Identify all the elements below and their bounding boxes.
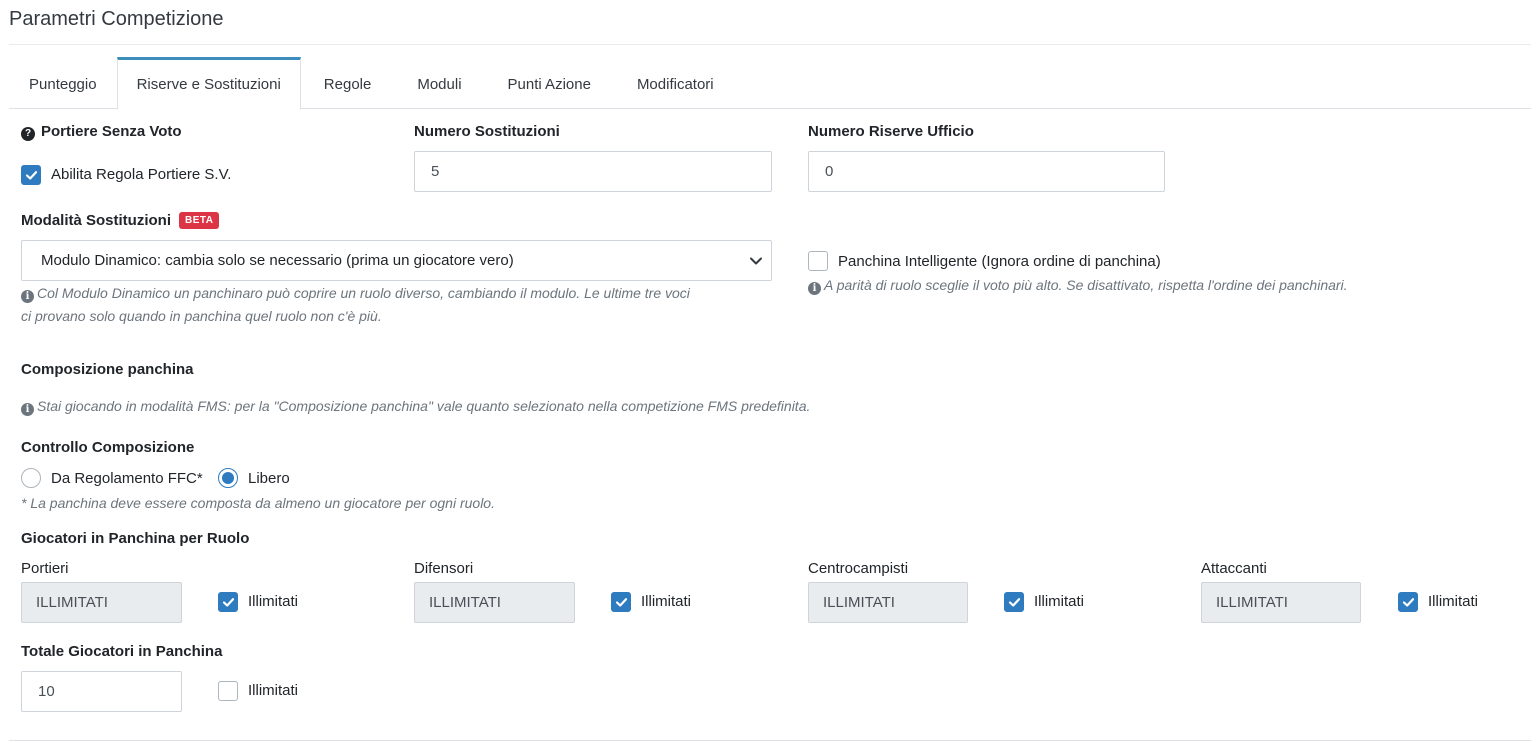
numero-riserve-ufficio-label: Numero Riserve Ufficio xyxy=(808,123,974,140)
totale-illimitati-checkbox[interactable] xyxy=(218,681,238,701)
ruolo-difensori-value: ILLIMITATI xyxy=(429,594,501,611)
ruolo-portieri-input: ILLIMITATI xyxy=(21,582,182,623)
ruolo-attaccanti-label: Attaccanti xyxy=(1201,560,1267,577)
check-icon xyxy=(615,598,628,607)
ruolo-attaccanti-illimitati-checkbox[interactable] xyxy=(1398,592,1418,612)
modalita-sostituzioni-heading: Modalità Sostituzioni BETA xyxy=(21,212,220,229)
controllo-composizione-label: Controllo Composizione xyxy=(21,439,195,456)
radio-libero[interactable] xyxy=(218,468,238,488)
ruolo-centrocampisti-label: Centrocampisti xyxy=(808,560,909,577)
modalita-sostituzioni-label: Modalità Sostituzioni xyxy=(21,212,171,229)
giocatori-per-ruolo-label: Giocatori in Panchina per Ruolo xyxy=(21,530,250,547)
modalita-help-line1: i Col Modulo Dinamico un panchinaro può c… xyxy=(21,282,781,305)
ruolo-attaccanti-value: ILLIMITATI xyxy=(1216,594,1288,611)
numero-riserve-ufficio-input[interactable]: 0 xyxy=(808,151,1165,192)
beta-badge: BETA xyxy=(179,212,220,229)
controllo-note: * La panchina deve essere composta da al… xyxy=(21,495,495,511)
portiere-sv-checkbox[interactable] xyxy=(21,165,41,185)
chevron-down-icon xyxy=(750,257,762,265)
ruolo-difensori-illimitati-label: Illimitati xyxy=(641,593,692,610)
composizione-help-text: Stai giocando in modalità FMS: per la "C… xyxy=(37,398,811,414)
portiere-sv-checkbox-label: Abilita Regola Portiere S.V. xyxy=(51,166,232,183)
panchina-intelligente-help: iA parità di ruolo sceglie il voto più a… xyxy=(808,274,1348,297)
check-icon xyxy=(1008,598,1021,607)
totale-illimitati-label: Illimitati xyxy=(248,682,299,699)
check-icon xyxy=(1402,598,1415,607)
tab-punti-azione[interactable]: Punti Azione xyxy=(485,57,614,109)
radio-libero-label: Libero xyxy=(248,470,290,487)
numero-sostituzioni-label: Numero Sostituzioni xyxy=(414,123,560,140)
portiere-senza-voto-label: Portiere Senza Voto xyxy=(41,123,182,140)
ruolo-portieri-illimitati-label: Illimitati xyxy=(248,593,299,610)
page-title: Parametri Competizione xyxy=(9,8,224,30)
modalita-help-line2: ci provano solo quando in panchina quel … xyxy=(21,308,382,324)
tab-riserve-sostituzioni[interactable]: Riserve e Sostituzioni xyxy=(116,57,301,110)
ruolo-difensori-label: Difensori xyxy=(414,560,474,577)
modalita-sostituzioni-select[interactable]: Modulo Dinamico: cambia solo se necessar… xyxy=(21,240,772,281)
composizione-panchina-label: Composizione panchina xyxy=(21,361,194,378)
numero-riserve-ufficio-value: 0 xyxy=(825,163,834,180)
question-circle-icon[interactable]: ? xyxy=(21,127,35,141)
info-circle-icon: i xyxy=(21,290,34,303)
totale-panchina-label: Totale Giocatori in Panchina xyxy=(21,643,223,660)
totale-panchina-value: 10 xyxy=(38,683,55,700)
ruolo-attaccanti-input: ILLIMITATI xyxy=(1201,582,1361,623)
numero-sostituzioni-value: 5 xyxy=(431,163,440,180)
check-icon xyxy=(25,171,38,180)
panchina-intelligente-help-text: A parità di ruolo sceglie il voto più al… xyxy=(824,277,1348,293)
tab-modificatori[interactable]: Modificatori xyxy=(614,57,737,109)
ruolo-portieri-value: ILLIMITATI xyxy=(36,594,108,611)
ruolo-attaccanti-illimitati-label: Illimitati xyxy=(1428,593,1479,610)
ruolo-centrocampisti-illimitati-label: Illimitati xyxy=(1034,593,1085,610)
composizione-help: i Stai giocando in modalità FMS: per la "… xyxy=(21,395,810,418)
radio-da-regolamento-label: Da Regolamento FFC* xyxy=(51,470,203,487)
panchina-intelligente-label: Panchina Intelligente (Ignora ordine di … xyxy=(838,253,1161,270)
totale-panchina-input[interactable]: 10 xyxy=(21,671,182,712)
ruolo-centrocampisti-value: ILLIMITATI xyxy=(823,594,895,611)
radio-da-regolamento[interactable] xyxy=(21,468,41,488)
ruolo-difensori-input: ILLIMITATI xyxy=(414,582,575,623)
title-divider xyxy=(9,44,1531,45)
ruolo-centrocampisti-illimitati-checkbox[interactable] xyxy=(1004,592,1024,612)
ruolo-difensori-illimitati-checkbox[interactable] xyxy=(611,592,631,612)
tab-bar: Punteggio Riserve e Sostituzioni Regole … xyxy=(9,57,1531,110)
ruolo-portieri-label: Portieri xyxy=(21,560,69,577)
bottom-divider xyxy=(9,740,1531,741)
panchina-intelligente-checkbox[interactable] xyxy=(808,251,828,271)
modalita-selected-value: Modulo Dinamico: cambia solo se necessar… xyxy=(41,252,514,269)
tab-punteggio[interactable]: Punteggio xyxy=(9,57,117,109)
check-icon xyxy=(222,598,235,607)
numero-sostituzioni-input[interactable]: 5 xyxy=(414,151,772,192)
info-circle-icon: i xyxy=(808,282,821,295)
ruolo-centrocampisti-input: ILLIMITATI xyxy=(808,582,968,623)
modalita-help: i Col Modulo Dinamico un panchinaro può c… xyxy=(21,282,781,328)
info-circle-icon: i xyxy=(21,403,34,416)
tab-moduli[interactable]: Moduli xyxy=(394,57,484,109)
modalita-help-text1: Col Modulo Dinamico un panchinaro può co… xyxy=(37,285,690,301)
ruolo-portieri-illimitati-checkbox[interactable] xyxy=(218,592,238,612)
tab-regole[interactable]: Regole xyxy=(301,57,395,109)
portiere-senza-voto-heading: ? Portiere Senza Voto xyxy=(21,123,182,141)
